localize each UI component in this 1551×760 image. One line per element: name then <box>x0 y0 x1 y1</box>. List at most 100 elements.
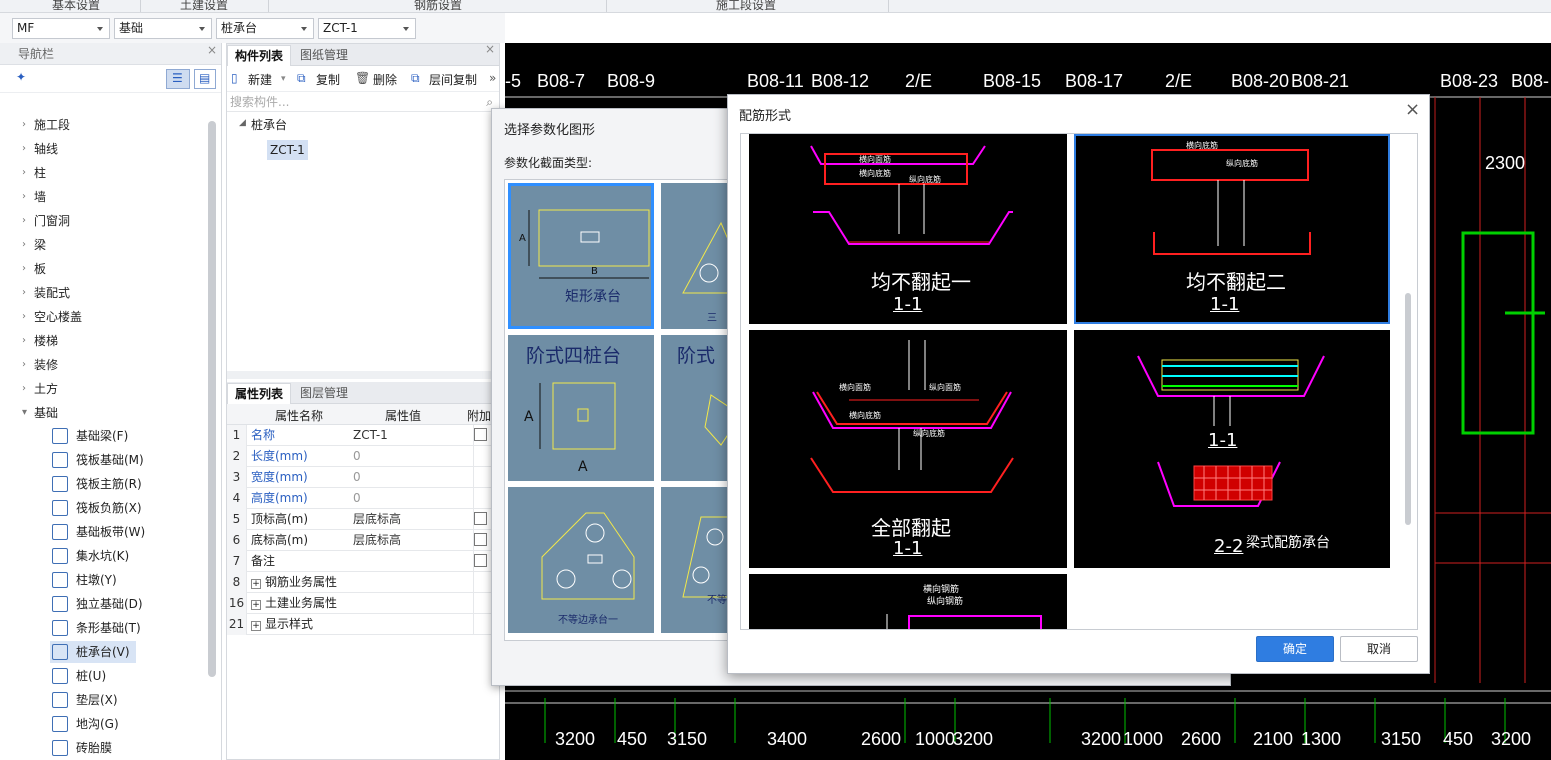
property-row[interactable]: 1 名称 ZCT-1 <box>227 425 499 446</box>
shape-rect-cap[interactable]: A B 矩形承台 <box>508 183 654 329</box>
nav-item[interactable]: › 土方 <box>0 377 210 401</box>
category-select[interactable]: 基础 <box>114 18 212 39</box>
nav-subitem[interactable]: 独立基础(D) <box>50 593 149 615</box>
nav-item[interactable]: › 梁 <box>0 233 210 257</box>
expand-icon[interactable]: + <box>251 579 261 589</box>
property-row[interactable]: 2 长度(mm) 0 <box>227 446 499 467</box>
list-view-icon[interactable]: ☰ <box>166 69 190 89</box>
nav-subitem[interactable]: 集水坑(K) <box>50 545 135 567</box>
property-row[interactable]: 16 + 土建业务属性 <box>227 593 499 614</box>
nav-subitem[interactable]: 桩承台(V) <box>50 641 136 663</box>
component-search-input[interactable]: 搜索构件... ⌕ <box>227 92 499 112</box>
nav-subitem[interactable]: 桩(U) <box>50 665 112 687</box>
ok-button[interactable]: 确定 <box>1256 636 1334 662</box>
collapse-icon[interactable]: ◢ <box>239 118 246 128</box>
nav-subitem[interactable]: 基础板带(W) <box>50 521 151 543</box>
menu-basic-settings[interactable]: 基本设置 <box>52 0 100 12</box>
property-value[interactable]: 0 <box>353 488 473 509</box>
nav-item[interactable]: › 楼梯 <box>0 329 210 353</box>
property-row[interactable]: 6 底标高(m) 层底标高 <box>227 530 499 551</box>
shape-step-four-pile[interactable]: 阶式四桩台 AA <box>508 335 654 481</box>
floor-select[interactable]: MF <box>12 18 110 39</box>
property-value[interactable]: 层底标高 <box>353 509 473 530</box>
nav-subitem[interactable]: 条形基础(T) <box>50 617 147 639</box>
close-icon[interactable]: × <box>1405 99 1420 120</box>
addon-checkbox[interactable] <box>474 512 487 525</box>
addon-checkbox[interactable] <box>474 533 487 546</box>
nav-item[interactable]: › 板 <box>0 257 210 281</box>
shape-unequal-cap-1[interactable]: 不等边承台一 <box>508 487 654 633</box>
property-row[interactable]: 8 + 钢筋业务属性 <box>227 572 499 593</box>
property-row[interactable]: 7 备注 <box>227 551 499 572</box>
property-value[interactable]: ZCT-1 <box>353 425 473 446</box>
nav-item[interactable]: › 装配式 <box>0 281 210 305</box>
nav-subitem[interactable]: 砖胎膜 <box>50 737 118 759</box>
nav-subitem[interactable]: 基础梁(F) <box>50 425 134 447</box>
cancel-button[interactable]: 取消 <box>1340 636 1418 662</box>
menu-stage-settings[interactable]: 施工段设置 <box>716 0 776 12</box>
property-row[interactable]: 5 顶标高(m) 层底标高 <box>227 509 499 530</box>
dimension-label: 1000 <box>1123 729 1164 749</box>
rebar-option-5[interactable]: 横向钢筋 纵向钢筋 <box>749 574 1067 629</box>
rebar-options-list: 横向面筋 横向底筋 纵向底筋 均不翻起一 1-1 横向底筋 纵向底筋 均不翻起二 1-… <box>740 133 1418 630</box>
rebar-option-2[interactable]: 横向底筋 纵向底筋 均不翻起二 1-1 <box>1074 134 1390 324</box>
nav-subitem[interactable]: 筏板基础(M) <box>50 449 150 471</box>
close-icon[interactable]: × <box>207 39 217 61</box>
property-row[interactable]: 21 + 显示样式 <box>227 614 499 635</box>
pin-icon[interactable]: ✦ <box>16 70 26 84</box>
tab-component-list[interactable]: 构件列表 <box>227 45 292 66</box>
shape-unequal-cap-2[interactable]: 不等 <box>661 487 735 633</box>
tab-layer-manager[interactable]: 图层管理 <box>293 383 355 404</box>
shape-tri-cap[interactable]: 三 <box>661 183 735 329</box>
nav-item[interactable]: ▾ 基础 <box>0 401 210 425</box>
nav-item[interactable]: › 装修 <box>0 353 210 377</box>
chevron-down-icon[interactable]: ▾ <box>281 74 286 84</box>
property-row[interactable]: 3 宽度(mm) 0 <box>227 467 499 488</box>
expand-icon[interactable]: + <box>251 621 261 631</box>
floor-copy-button[interactable]: 层间复制 <box>429 71 477 88</box>
component-icon <box>52 740 68 756</box>
close-icon[interactable]: × <box>485 42 495 56</box>
expand-icon[interactable]: + <box>251 600 261 610</box>
nav-item-label: 墙 <box>34 190 47 204</box>
type-select[interactable]: 桩承台 <box>216 18 314 39</box>
tree-root[interactable]: 桩承台 <box>251 116 287 133</box>
property-value[interactable]: 0 <box>353 467 473 488</box>
nav-subitem[interactable]: 筏板主筋(R) <box>50 473 148 495</box>
delete-button[interactable]: 删除 <box>373 71 397 88</box>
shape-step-cap[interactable]: 阶式 <box>661 335 735 481</box>
tab-drawing-manager[interactable]: 图纸管理 <box>293 45 355 66</box>
rebar-option-4[interactable]: 1-1 2-2 梁式配筋承台 <box>1074 330 1390 568</box>
options-scrollbar[interactable] <box>1405 293 1411 525</box>
tab-property-list[interactable]: 属性列表 <box>227 383 292 404</box>
rebar-option-3[interactable]: 横向面筋 纵向面筋 横向底筋 纵向底筋 全部翻起 1-1 <box>749 330 1067 568</box>
nav-subitem[interactable]: 地沟(G) <box>50 713 125 735</box>
nav-scrollbar[interactable] <box>208 121 216 677</box>
nav-item[interactable]: › 柱 <box>0 161 210 185</box>
more-icon[interactable]: » <box>489 71 496 85</box>
menu-civil-settings[interactable]: 土建设置 <box>180 0 228 12</box>
nav-item[interactable]: › 墙 <box>0 185 210 209</box>
property-row[interactable]: 4 高度(mm) 0 <box>227 488 499 509</box>
nav-subitem[interactable]: 垫层(X) <box>50 689 124 711</box>
row-number: 6 <box>227 530 247 551</box>
addon-checkbox[interactable] <box>474 554 487 567</box>
nav-item-label: 施工段 <box>34 118 71 132</box>
nav-subitem[interactable]: 筏板负筋(X) <box>50 497 148 519</box>
component-select[interactable]: ZCT-1 <box>318 18 416 39</box>
nav-item[interactable]: › 门窗洞 <box>0 209 210 233</box>
property-value[interactable]: 0 <box>353 446 473 467</box>
menu-rebar-settings[interactable]: 钢筋设置 <box>414 0 462 12</box>
tree-item-zct1[interactable]: ZCT-1 <box>267 140 308 160</box>
nav-subitem[interactable]: 柱墩(Y) <box>50 569 123 591</box>
copy-button[interactable]: 复制 <box>316 71 340 88</box>
detail-view-icon[interactable]: ▤ <box>194 69 216 89</box>
nav-item[interactable]: › 轴线 <box>0 137 210 161</box>
nav-item[interactable]: › 空心楼盖 <box>0 305 210 329</box>
addon-checkbox[interactable] <box>474 428 487 441</box>
new-button[interactable]: 新建 <box>248 71 272 88</box>
axis-label: -5 <box>505 71 522 91</box>
nav-item[interactable]: › 施工段 <box>0 113 210 137</box>
rebar-option-1[interactable]: 横向面筋 横向底筋 纵向底筋 均不翻起一 1-1 <box>749 134 1067 324</box>
property-value[interactable]: 层底标高 <box>353 530 473 551</box>
